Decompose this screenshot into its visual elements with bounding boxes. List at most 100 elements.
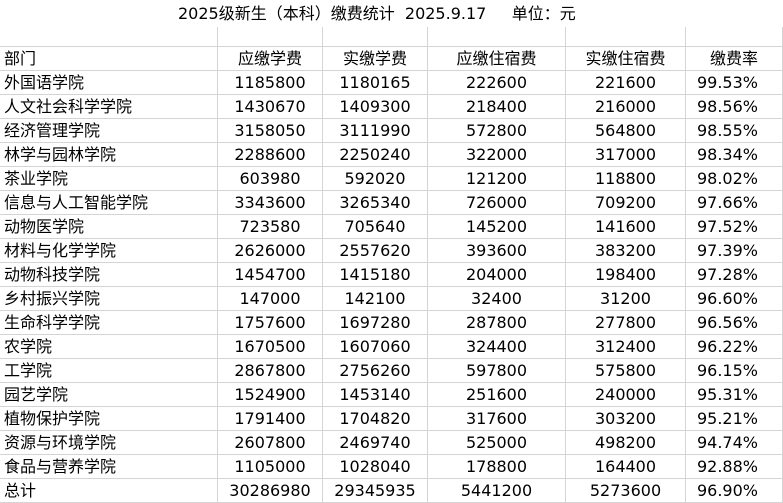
cell-housing-due[interactable]: 287800 bbox=[428, 311, 566, 335]
cell-housing-due[interactable]: 726000 bbox=[428, 191, 566, 215]
cell-housing-due[interactable]: 204000 bbox=[428, 263, 566, 287]
empty-cell[interactable] bbox=[218, 27, 323, 47]
cell-tuition-paid[interactable]: 592020 bbox=[323, 167, 428, 191]
cell-department[interactable]: 信息与人工智能学院 bbox=[0, 191, 218, 215]
total-housing-due[interactable]: 5441200 bbox=[428, 479, 566, 503]
cell-department[interactable]: 人文社会科学学院 bbox=[0, 95, 218, 119]
cell-department[interactable]: 动物医学院 bbox=[0, 215, 218, 239]
cell-payment-rate[interactable]: 98.55% bbox=[686, 119, 783, 143]
cell-tuition-paid[interactable]: 1704820 bbox=[323, 407, 428, 431]
total-payment-rate[interactable]: 96.90% bbox=[686, 479, 783, 503]
header-payment-rate[interactable]: 缴费率 bbox=[686, 47, 783, 71]
cell-housing-due[interactable]: 218400 bbox=[428, 95, 566, 119]
cell-payment-rate[interactable]: 98.56% bbox=[686, 95, 783, 119]
empty-cell[interactable] bbox=[686, 27, 783, 47]
cell-department[interactable]: 园艺学院 bbox=[0, 383, 218, 407]
total-tuition-due[interactable]: 30286980 bbox=[218, 479, 323, 503]
cell-department[interactable]: 经济管理学院 bbox=[0, 119, 218, 143]
cell-housing-paid[interactable]: 564800 bbox=[566, 119, 686, 143]
cell-payment-rate[interactable]: 97.66% bbox=[686, 191, 783, 215]
cell-housing-due[interactable]: 393600 bbox=[428, 239, 566, 263]
cell-department[interactable]: 食品与营养学院 bbox=[0, 455, 218, 479]
empty-cell[interactable] bbox=[0, 27, 218, 47]
cell-payment-rate[interactable]: 97.39% bbox=[686, 239, 783, 263]
cell-housing-paid[interactable]: 118800 bbox=[566, 167, 686, 191]
total-housing-paid[interactable]: 5273600 bbox=[566, 479, 686, 503]
cell-payment-rate[interactable]: 96.22% bbox=[686, 335, 783, 359]
cell-payment-rate[interactable]: 95.21% bbox=[686, 407, 783, 431]
cell-tuition-paid[interactable]: 1180165 bbox=[323, 71, 428, 95]
total-tuition-paid[interactable]: 29345935 bbox=[323, 479, 428, 503]
cell-housing-paid[interactable]: 317000 bbox=[566, 143, 686, 167]
cell-department[interactable]: 林学与园林学院 bbox=[0, 143, 218, 167]
cell-housing-paid[interactable]: 303200 bbox=[566, 407, 686, 431]
cell-tuition-due[interactable]: 2626000 bbox=[218, 239, 323, 263]
cell-payment-rate[interactable]: 96.60% bbox=[686, 287, 783, 311]
cell-housing-paid[interactable]: 383200 bbox=[566, 239, 686, 263]
cell-tuition-paid[interactable]: 2557620 bbox=[323, 239, 428, 263]
cell-tuition-due[interactable]: 1105000 bbox=[218, 455, 323, 479]
cell-tuition-due[interactable]: 1430670 bbox=[218, 95, 323, 119]
cell-tuition-paid[interactable]: 2250240 bbox=[323, 143, 428, 167]
cell-housing-paid[interactable]: 575800 bbox=[566, 359, 686, 383]
cell-tuition-paid[interactable]: 2469740 bbox=[323, 431, 428, 455]
cell-department[interactable]: 茶业学院 bbox=[0, 167, 218, 191]
cell-housing-due[interactable]: 572800 bbox=[428, 119, 566, 143]
cell-payment-rate[interactable]: 98.02% bbox=[686, 167, 783, 191]
cell-tuition-due[interactable]: 1185800 bbox=[218, 71, 323, 95]
empty-cell[interactable] bbox=[428, 27, 566, 47]
total-label[interactable]: 总计 bbox=[0, 479, 218, 503]
cell-tuition-paid[interactable]: 705640 bbox=[323, 215, 428, 239]
cell-payment-rate[interactable]: 92.88% bbox=[686, 455, 783, 479]
cell-department[interactable]: 乡村振兴学院 bbox=[0, 287, 218, 311]
cell-housing-paid[interactable]: 198400 bbox=[566, 263, 686, 287]
cell-tuition-due[interactable]: 1670500 bbox=[218, 335, 323, 359]
cell-payment-rate[interactable]: 98.34% bbox=[686, 143, 783, 167]
cell-department[interactable]: 材料与化学学院 bbox=[0, 239, 218, 263]
cell-housing-due[interactable]: 178800 bbox=[428, 455, 566, 479]
cell-housing-paid[interactable]: 221600 bbox=[566, 71, 686, 95]
cell-housing-due[interactable]: 597800 bbox=[428, 359, 566, 383]
cell-tuition-due[interactable]: 2607800 bbox=[218, 431, 323, 455]
cell-department[interactable]: 工学院 bbox=[0, 359, 218, 383]
cell-tuition-paid[interactable]: 1415180 bbox=[323, 263, 428, 287]
header-housing-paid[interactable]: 实缴住宿费 bbox=[566, 47, 686, 71]
cell-payment-rate[interactable]: 97.28% bbox=[686, 263, 783, 287]
cell-tuition-due[interactable]: 2867800 bbox=[218, 359, 323, 383]
cell-payment-rate[interactable]: 97.52% bbox=[686, 215, 783, 239]
cell-tuition-paid[interactable]: 1409300 bbox=[323, 95, 428, 119]
cell-housing-paid[interactable]: 312400 bbox=[566, 335, 686, 359]
cell-tuition-paid[interactable]: 2756260 bbox=[323, 359, 428, 383]
cell-payment-rate[interactable]: 96.56% bbox=[686, 311, 783, 335]
cell-tuition-due[interactable]: 1757600 bbox=[218, 311, 323, 335]
cell-tuition-paid[interactable]: 1607060 bbox=[323, 335, 428, 359]
cell-tuition-due[interactable]: 3343600 bbox=[218, 191, 323, 215]
cell-tuition-paid[interactable]: 1697280 bbox=[323, 311, 428, 335]
cell-housing-paid[interactable]: 164400 bbox=[566, 455, 686, 479]
cell-housing-due[interactable]: 317600 bbox=[428, 407, 566, 431]
header-tuition-due[interactable]: 应缴学费 bbox=[218, 47, 323, 71]
cell-housing-due[interactable]: 121200 bbox=[428, 167, 566, 191]
header-tuition-paid[interactable]: 实缴学费 bbox=[323, 47, 428, 71]
cell-housing-due[interactable]: 222600 bbox=[428, 71, 566, 95]
cell-department[interactable]: 农学院 bbox=[0, 335, 218, 359]
cell-tuition-paid[interactable]: 3111990 bbox=[323, 119, 428, 143]
cell-tuition-paid[interactable]: 1028040 bbox=[323, 455, 428, 479]
cell-payment-rate[interactable]: 95.31% bbox=[686, 383, 783, 407]
cell-housing-paid[interactable]: 31200 bbox=[566, 287, 686, 311]
cell-housing-due[interactable]: 525000 bbox=[428, 431, 566, 455]
cell-department[interactable]: 植物保护学院 bbox=[0, 407, 218, 431]
cell-housing-paid[interactable]: 709200 bbox=[566, 191, 686, 215]
cell-department[interactable]: 外国语学院 bbox=[0, 71, 218, 95]
cell-department[interactable]: 动物科技学院 bbox=[0, 263, 218, 287]
cell-housing-due[interactable]: 32400 bbox=[428, 287, 566, 311]
cell-housing-due[interactable]: 145200 bbox=[428, 215, 566, 239]
header-housing-due[interactable]: 应缴住宿费 bbox=[428, 47, 566, 71]
cell-housing-paid[interactable]: 240000 bbox=[566, 383, 686, 407]
cell-department[interactable]: 生命科学学院 bbox=[0, 311, 218, 335]
cell-housing-paid[interactable]: 216000 bbox=[566, 95, 686, 119]
cell-housing-paid[interactable]: 498200 bbox=[566, 431, 686, 455]
empty-cell[interactable] bbox=[323, 27, 428, 47]
cell-tuition-due[interactable]: 1454700 bbox=[218, 263, 323, 287]
cell-tuition-due[interactable]: 603980 bbox=[218, 167, 323, 191]
